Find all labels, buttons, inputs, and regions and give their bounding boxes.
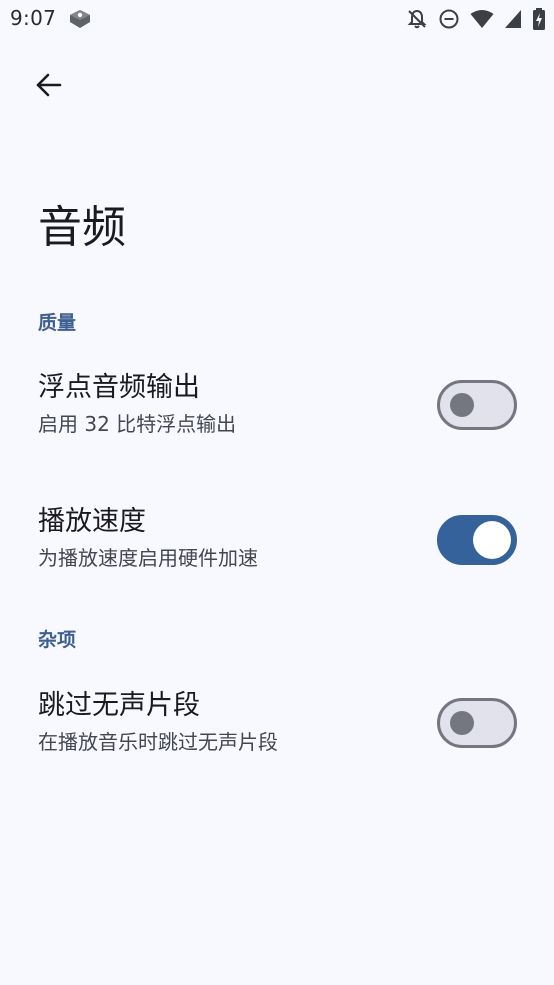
back-button[interactable] xyxy=(26,66,72,108)
section-header-quality: 质量 xyxy=(38,312,77,334)
pref-float-output[interactable]: 浮点音频输出 启用 32 比特浮点输出 xyxy=(0,352,554,462)
float-output-toggle[interactable] xyxy=(437,380,517,430)
battery-charging-icon xyxy=(532,8,546,30)
pref-summary: 在播放音乐时跳过无声片段 xyxy=(38,730,278,754)
section-header-misc: 杂项 xyxy=(38,629,77,651)
status-time: 9:07 xyxy=(10,6,57,30)
pref-summary: 为播放速度启用硬件加速 xyxy=(38,546,258,570)
wifi-icon xyxy=(470,9,494,29)
status-bar: 9:07 xyxy=(0,0,554,40)
pref-playback-speed[interactable]: 播放速度 为播放速度启用硬件加速 xyxy=(0,486,554,596)
app-notification-icon xyxy=(68,8,92,30)
pref-title: 浮点音频输出 xyxy=(38,372,200,403)
toggle-thumb xyxy=(473,521,511,559)
toggle-thumb xyxy=(450,393,474,417)
pref-title: 播放速度 xyxy=(38,506,146,537)
do-not-disturb-bell-icon xyxy=(406,8,428,30)
toggle-thumb xyxy=(450,711,474,735)
pref-summary: 启用 32 比特浮点输出 xyxy=(38,412,237,436)
pref-title: 跳过无声片段 xyxy=(38,690,200,721)
status-icons xyxy=(406,6,546,32)
dnd-minus-icon xyxy=(438,8,460,30)
arrow-left-icon xyxy=(35,71,63,103)
cell-signal-icon xyxy=(504,9,522,29)
skip-silence-toggle[interactable] xyxy=(437,698,517,748)
pref-skip-silence[interactable]: 跳过无声片段 在播放音乐时跳过无声片段 xyxy=(0,670,554,780)
page-title: 音频 xyxy=(38,202,126,253)
playback-speed-toggle[interactable] xyxy=(437,515,517,565)
